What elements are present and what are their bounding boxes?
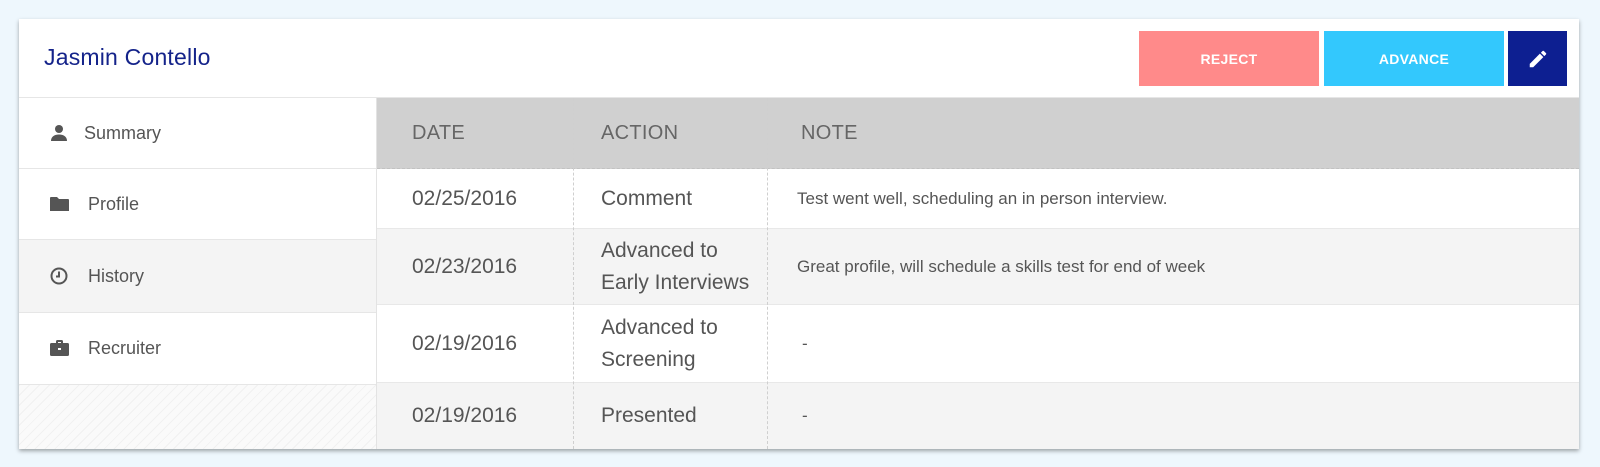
column-header-action[interactable]: ACTION	[601, 98, 678, 168]
row-note: -	[802, 333, 808, 353]
row-action: Advanced to Early Interviews	[601, 238, 750, 294]
advance-button[interactable]: ADVANCE	[1324, 31, 1504, 86]
row-action: Presented	[601, 404, 697, 427]
table-header: DATE ACTION NOTE	[377, 98, 1579, 169]
sidebar-item-history[interactable]: History	[19, 240, 376, 313]
sidebar-item-label: Summary	[84, 122, 162, 143]
advance-button-label: ADVANCE	[1378, 50, 1450, 67]
sidebar-item-label: Profile	[88, 193, 140, 214]
sidebar-item-recruiter[interactable]: Recruiter	[19, 313, 376, 385]
row-date: 02/19/2016	[412, 331, 518, 355]
pencil-icon	[1529, 50, 1546, 67]
sidebar-item-label: Recruiter	[88, 338, 162, 358]
row-note: -	[802, 406, 808, 425]
row-note: Great profile, will schedule a skills te…	[797, 256, 1206, 276]
table-row: 02/25/2016 Comment Test went well, sched…	[377, 169, 1579, 229]
sidebar-item-label: History	[88, 265, 145, 286]
briefcase-icon	[49, 339, 69, 359]
column-divider	[767, 98, 768, 449]
table-row: 02/19/2016 Advanced to Screening -	[377, 305, 1579, 383]
sidebar-item-summary[interactable]: Summary	[19, 98, 376, 169]
reject-button[interactable]: REJECT	[1139, 31, 1319, 86]
column-header-date[interactable]: DATE	[412, 98, 465, 168]
person-icon	[49, 123, 69, 143]
column-header-note[interactable]: NOTE	[801, 98, 858, 168]
folder-icon	[49, 194, 69, 214]
reject-button-label: REJECT	[1200, 50, 1258, 67]
column-divider	[573, 98, 574, 449]
row-action: Advanced to Screening	[601, 315, 718, 371]
table-row: 02/19/2016 Presented -	[377, 383, 1579, 449]
table-row: 02/23/2016 Advanced to Early Interviews …	[377, 229, 1579, 305]
sidebar-item-profile[interactable]: Profile	[19, 169, 376, 240]
edit-button[interactable]	[1508, 31, 1567, 86]
history-table: DATE ACTION NOTE 02/25/2016 Comment Test…	[377, 98, 1579, 449]
row-action: Comment	[601, 186, 693, 210]
candidate-card: Jasmin Contello REJECT ADVANCE Summary P…	[19, 19, 1579, 449]
candidate-name: Jasmin Contello	[44, 44, 211, 70]
row-note: Test went well, scheduling an in person …	[797, 188, 1168, 208]
row-date: 02/25/2016	[412, 186, 518, 210]
card-header: Jasmin Contello REJECT ADVANCE	[19, 19, 1579, 98]
sidebar: Summary Profile History Recruiter	[19, 98, 377, 449]
row-date: 02/19/2016	[412, 404, 518, 427]
row-date: 02/23/2016	[412, 254, 518, 278]
clock-icon	[49, 266, 69, 286]
